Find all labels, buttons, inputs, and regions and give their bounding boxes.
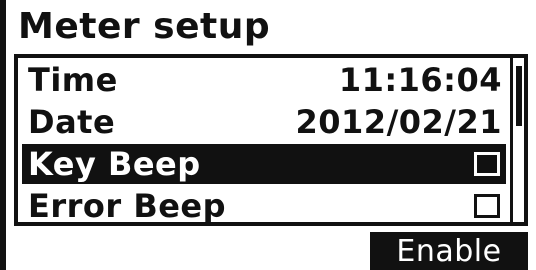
menu-item-label: Date <box>28 103 116 141</box>
meter-display: Meter setup Time 11:16:04 Date 2012/02/2… <box>0 0 536 270</box>
settings-menu: Time 11:16:04 Date 2012/02/21 Key Beep E… <box>14 54 528 226</box>
date-value: 2012/02/21 <box>295 103 502 141</box>
left-bezel <box>0 0 6 270</box>
menu-item-key-beep[interactable]: Key Beep <box>22 144 506 184</box>
enable-softkey[interactable]: Enable <box>370 232 528 270</box>
menu-item-time[interactable]: Time 11:16:04 <box>22 60 506 100</box>
error-beep-checkbox[interactable] <box>474 194 500 218</box>
menu-item-date[interactable]: Date 2012/02/21 <box>22 102 506 142</box>
menu-item-label: Time <box>28 61 118 99</box>
menu-list: Time 11:16:04 Date 2012/02/21 Key Beep E… <box>22 60 506 228</box>
scrollbar[interactable] <box>510 58 524 222</box>
time-value: 11:16:04 <box>338 61 502 99</box>
key-beep-checkbox[interactable] <box>474 152 500 176</box>
scroll-thumb[interactable] <box>516 66 522 126</box>
menu-item-label: Error Beep <box>28 187 227 225</box>
menu-item-error-beep[interactable]: Error Beep <box>22 186 506 226</box>
page-title: Meter setup <box>18 6 271 47</box>
menu-item-label: Key Beep <box>28 145 201 183</box>
